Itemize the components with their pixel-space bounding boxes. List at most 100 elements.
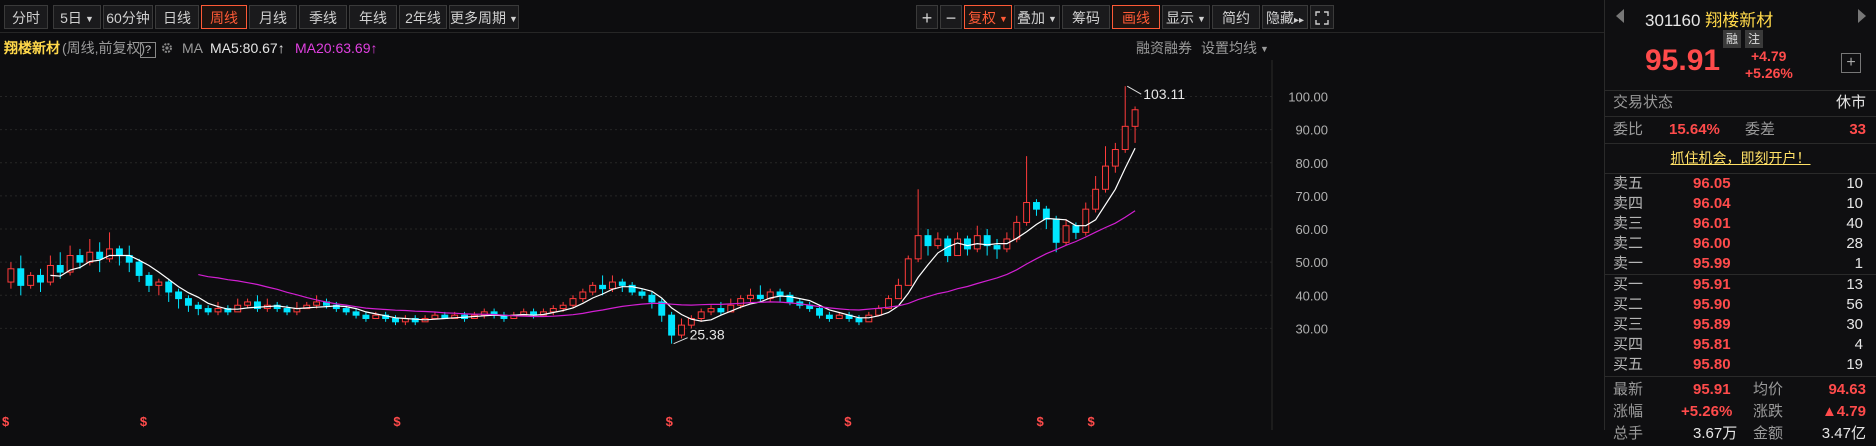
- asks-label: 卖一: [1613, 255, 1644, 272]
- ma-settings-dropdown[interactable]: 设置均线 ▼: [1201, 38, 1269, 58]
- candle-body: [599, 284, 607, 290]
- candle-body: [608, 281, 616, 290]
- add-watchlist-button[interactable]: +: [1841, 53, 1861, 73]
- asks-vol: 10: [1846, 195, 1863, 212]
- period-week[interactable]: 周线: [201, 5, 247, 29]
- chevron-down-icon: ▼: [1197, 14, 1206, 25]
- chg-label: 涨跌: [1753, 403, 1784, 420]
- help-icon[interactable]: ?: [140, 38, 156, 58]
- candle-body: [816, 308, 823, 316]
- bids-row[interactable]: 买三 95.89 30: [1605, 315, 1876, 334]
- asks-vol: 1: [1854, 255, 1863, 272]
- chevron-down-icon: ▼: [509, 14, 518, 25]
- draw-line-button[interactable]: 画线: [1112, 5, 1160, 29]
- event-marker-icon: $: [1088, 414, 1096, 429]
- candle-body: [1082, 208, 1090, 233]
- period-60min[interactable]: 60分钟: [103, 5, 153, 29]
- asks-row[interactable]: 卖四 96.04 10: [1605, 194, 1876, 213]
- candle-body: [7, 268, 15, 283]
- candle-body: [697, 311, 705, 319]
- zoom-in-button[interactable]: +: [916, 5, 938, 29]
- candle-body: [1111, 149, 1119, 167]
- badge-group: 融注: [1723, 30, 1767, 48]
- up-arrow-icon: ↑: [277, 40, 285, 56]
- candle-body: [155, 281, 163, 286]
- candle-body: [1023, 202, 1031, 223]
- y-tick-label: 40.00: [1295, 288, 1328, 303]
- overlay-label: 叠加: [1017, 10, 1046, 26]
- candle-body: [46, 264, 54, 283]
- candle-body: [549, 308, 557, 313]
- open-account-link[interactable]: 抓住机会，即刻开户！: [1671, 150, 1811, 166]
- price-change: +4.79: [1751, 48, 1787, 64]
- next-stock-button[interactable]: [1857, 8, 1867, 27]
- asks-row[interactable]: 卖二 96.00 28: [1605, 234, 1876, 253]
- latest-value: 95.91: [1693, 381, 1731, 398]
- candle-body: [589, 284, 597, 293]
- prev-stock-button[interactable]: [1615, 8, 1625, 27]
- bids-price: 95.89: [1693, 316, 1731, 333]
- period-month[interactable]: 月线: [249, 5, 297, 29]
- bids-label: 买五: [1613, 356, 1644, 373]
- candle-body: [825, 314, 833, 319]
- display-dropdown[interactable]: 显示 ▼: [1162, 5, 1210, 29]
- asks-row[interactable]: 卖三 96.01 40: [1605, 214, 1876, 233]
- chips-button[interactable]: 筹码: [1062, 5, 1110, 29]
- candle-body: [204, 308, 212, 313]
- period-year[interactable]: 年线: [349, 5, 397, 29]
- event-marker-icon: $: [1037, 414, 1045, 429]
- zoom-out-button[interactable]: −: [940, 5, 962, 29]
- candle-body: [431, 314, 439, 319]
- fuquan-dropdown[interactable]: 复权 ▼: [964, 5, 1012, 29]
- high-pointer: [1126, 85, 1142, 95]
- candle-body: [1042, 208, 1050, 220]
- candlestick-chart[interactable]: 100.00 90.00 80.00 70.00 60.00 50.00 40.00 30.0…: [0, 60, 1340, 430]
- candle-body: [342, 308, 350, 313]
- asks-row[interactable]: 卖一 95.99 1: [1605, 254, 1876, 273]
- y-tick-label: 90.00: [1295, 123, 1328, 138]
- more-periods-dropdown[interactable]: 更多周期 ▼: [449, 5, 519, 29]
- bids-row[interactable]: 买四 95.81 4: [1605, 335, 1876, 354]
- period-5day[interactable]: 5日 ▼: [53, 5, 101, 29]
- bids-row[interactable]: 买二 95.90 56: [1605, 295, 1876, 314]
- triangle-left-icon: [1616, 9, 1624, 23]
- hide-label: 隐藏: [1265, 10, 1294, 26]
- asks-price: 95.99: [1693, 255, 1731, 272]
- fullscreen-button[interactable]: [1310, 5, 1334, 29]
- bids-label: 买一: [1613, 276, 1644, 293]
- margin-trading-link[interactable]: 融资融券: [1136, 38, 1192, 58]
- candle-body: [214, 308, 222, 313]
- candle-body: [244, 301, 252, 306]
- event-marker-icon: $: [666, 414, 674, 429]
- simple-mode-button[interactable]: 简约: [1212, 5, 1260, 29]
- candle-body: [569, 298, 577, 306]
- period-2year[interactable]: 2年线: [399, 5, 447, 29]
- last-price: 95.91: [1645, 44, 1721, 77]
- asks-row[interactable]: 卖五 96.05 10: [1605, 174, 1876, 193]
- bids-row[interactable]: 买一 95.91 13: [1605, 275, 1876, 294]
- pct-value: +5.26%: [1681, 403, 1733, 420]
- registered-badge: 注: [1745, 30, 1763, 48]
- hide-button[interactable]: 隐藏▸▸: [1262, 5, 1308, 29]
- candle-body: [963, 238, 971, 250]
- candle-body: [1052, 218, 1060, 243]
- period-fenshi[interactable]: 分时: [4, 5, 48, 29]
- candle-body: [184, 298, 192, 306]
- overlay-dropdown[interactable]: 叠加 ▼: [1014, 5, 1060, 29]
- period-day[interactable]: 日线: [155, 5, 199, 29]
- candle-body: [559, 304, 567, 310]
- total-value: 3.67万: [1693, 425, 1738, 442]
- candle-body: [27, 274, 35, 286]
- bids-label: 买二: [1613, 296, 1644, 313]
- bids-row[interactable]: 买五 95.80 19: [1605, 355, 1876, 374]
- candle-body: [1131, 109, 1139, 127]
- bids-price: 95.81: [1693, 336, 1731, 353]
- ma20-line: [198, 210, 1136, 318]
- candle-body: [904, 258, 912, 286]
- weibi-label: 委比: [1613, 121, 1644, 138]
- asks-price: 96.01: [1693, 215, 1731, 232]
- gear-icon[interactable]: [160, 38, 174, 58]
- asks-vol: 40: [1846, 215, 1863, 232]
- period-season[interactable]: 季线: [299, 5, 347, 29]
- low-pointer: [673, 337, 688, 345]
